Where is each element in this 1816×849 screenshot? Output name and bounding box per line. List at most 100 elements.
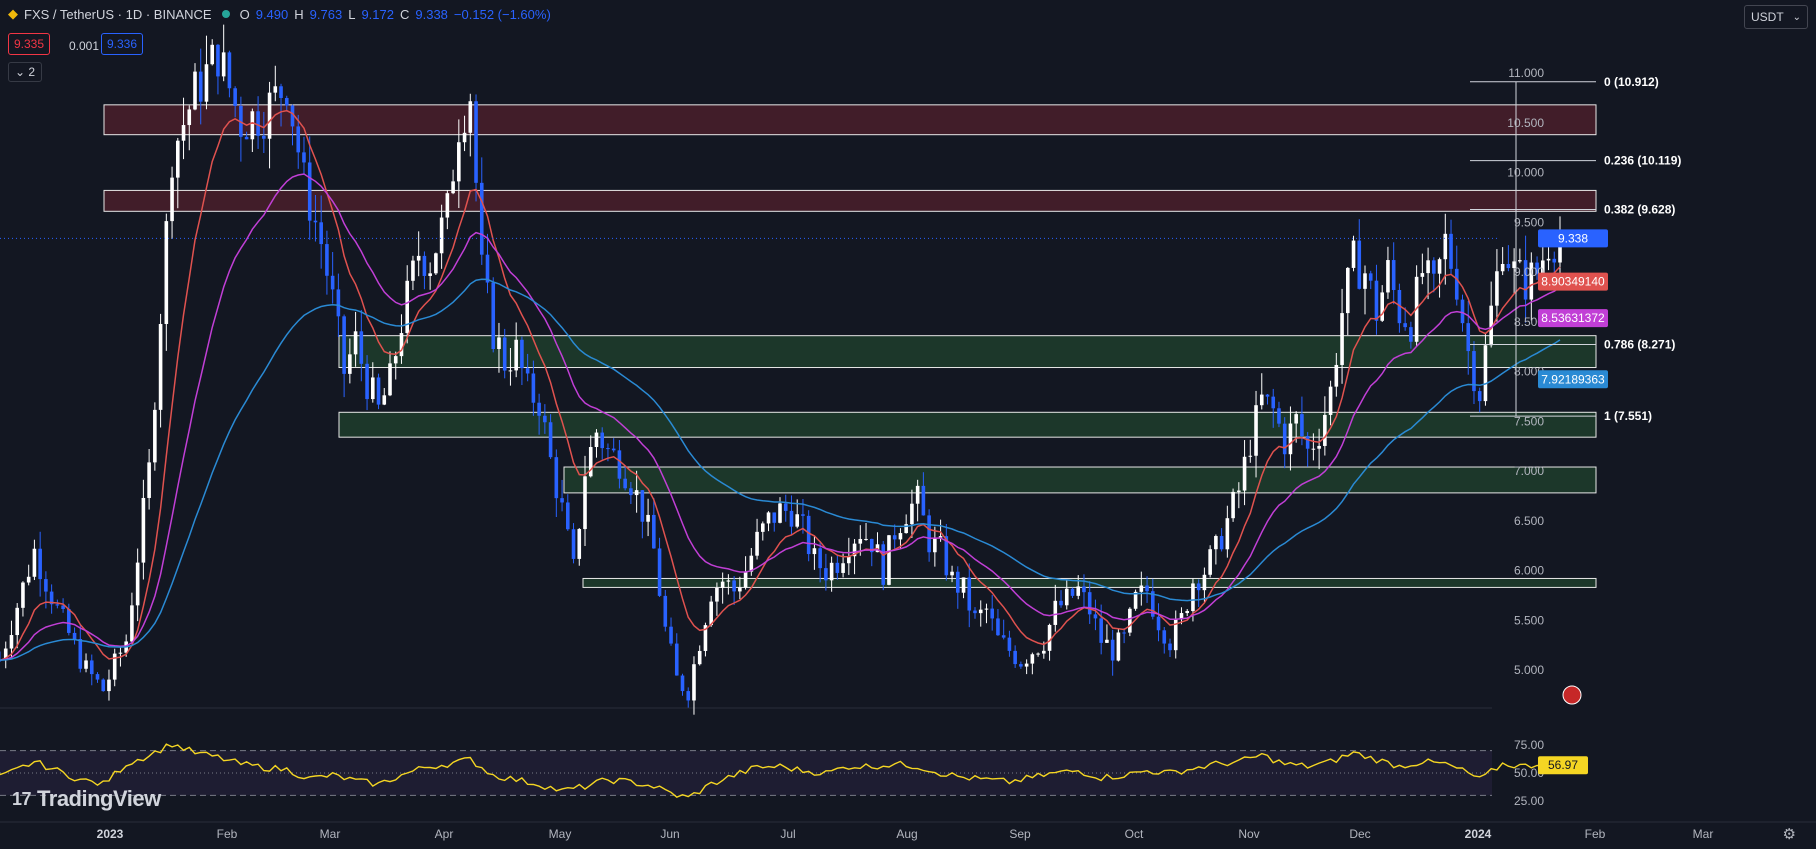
candle-body <box>692 664 696 701</box>
candle-body <box>502 337 507 371</box>
sell-price-button[interactable]: 9.335 <box>8 33 51 55</box>
candle-body <box>1122 632 1126 634</box>
candle-body <box>1196 583 1201 591</box>
chevron-down-icon: ⌄ <box>15 65 26 79</box>
candle-body <box>399 333 404 357</box>
candle-body <box>537 402 541 416</box>
candle-body <box>967 577 972 611</box>
candle-body <box>1495 271 1499 306</box>
candle-body <box>933 537 937 553</box>
candle-body <box>554 457 559 499</box>
candle-body <box>1500 263 1505 272</box>
candle-body <box>623 478 627 489</box>
economic-event-icon <box>1562 685 1582 705</box>
tradingview-mark-icon: 17 <box>12 788 32 809</box>
candle-body <box>1483 345 1488 402</box>
candle-body <box>1007 637 1012 651</box>
candle-body <box>1231 491 1235 519</box>
candle-body <box>646 514 650 522</box>
candle-body <box>348 354 352 374</box>
candle-body <box>514 339 518 371</box>
candle-body <box>89 660 94 675</box>
high-value: 9.763 <box>309 6 343 22</box>
candle-body <box>164 221 169 324</box>
candle-body <box>898 533 903 540</box>
candle-body <box>1019 664 1023 667</box>
candle-body <box>1300 414 1304 436</box>
candle-body <box>1105 639 1109 643</box>
candle-body <box>560 498 564 503</box>
candle-body <box>1282 423 1287 455</box>
candle-body <box>170 177 174 222</box>
symbol-title[interactable]: FXS / TetherUS · 1D · BINANCE <box>24 7 212 22</box>
indicators-toggle-button[interactable]: ⌄ 2 <box>8 62 43 82</box>
currency-selector[interactable]: USDT ⌄ <box>1744 5 1808 29</box>
gear-icon[interactable]: ⚙ <box>1783 825 1796 843</box>
candle-body <box>1271 396 1276 409</box>
candle-body <box>1265 394 1270 397</box>
candle-body <box>1248 455 1253 457</box>
candle-body <box>1351 240 1356 268</box>
candle-body <box>1403 323 1407 328</box>
candle-body <box>600 432 605 449</box>
candle-body <box>1386 260 1390 293</box>
candle-body <box>520 339 524 369</box>
candle-body <box>1294 414 1298 424</box>
candle-body <box>1277 408 1281 424</box>
candle-body <box>44 579 48 592</box>
high-label: H <box>294 6 304 22</box>
candle-body <box>996 618 1000 636</box>
candle-body <box>594 432 599 448</box>
candle-body <box>55 604 60 606</box>
buy-price-button[interactable]: 9.336 <box>101 33 144 55</box>
candle-body <box>577 529 582 559</box>
candle-body <box>1110 639 1115 661</box>
candle-body <box>1237 490 1241 492</box>
price-axis-tick: 6.500 <box>1514 514 1544 528</box>
open-label: O <box>239 6 250 22</box>
time-axis-tick: Feb <box>1585 827 1606 841</box>
indicator-count: 2 <box>28 65 36 79</box>
candle-body <box>457 142 461 182</box>
candle-body <box>686 691 691 701</box>
chevron-down-icon: ⌄ <box>1792 11 1801 23</box>
candle-body <box>382 395 387 405</box>
candle-body <box>330 275 335 290</box>
candle-body <box>216 44 220 77</box>
candle-body <box>709 601 713 626</box>
candle-body <box>1437 259 1442 274</box>
price-axis-tick: 6.000 <box>1514 564 1544 578</box>
time-axis-tick: Feb <box>217 827 238 841</box>
trading-chart[interactable]: 0 (10.912) 0.236 (10.119) 0.382 (9.628) 0.7… <box>0 0 1816 849</box>
close-label: C <box>399 6 410 22</box>
candle-body <box>319 222 323 245</box>
candle-body <box>1059 600 1063 606</box>
candle-body <box>130 605 134 642</box>
candle-body <box>107 679 111 692</box>
candle-body <box>491 282 496 349</box>
candle-body <box>1082 586 1086 593</box>
fib-level-label: 0.382 (9.628) <box>1604 203 1675 217</box>
candle-body <box>950 571 954 576</box>
candle-body <box>778 503 782 523</box>
candle-body <box>26 576 31 583</box>
candle-body <box>1013 650 1017 665</box>
candle-body <box>1374 280 1379 321</box>
rsi-axis-tick: 25.00 <box>1514 794 1544 808</box>
candle-body <box>669 626 673 644</box>
candle-body <box>1225 518 1230 550</box>
candle-body <box>892 535 897 540</box>
close-value: 9.338 <box>415 6 448 22</box>
candle-body <box>881 544 886 585</box>
change-value: −0.152 (−1.60%) <box>453 6 551 22</box>
candle-body <box>451 181 455 194</box>
candle-body <box>175 140 180 178</box>
candle-body <box>1214 536 1218 550</box>
support-zone <box>338 411 1597 438</box>
spread-value: 0.001 <box>69 39 100 53</box>
candle-body <box>663 595 668 627</box>
open-value: 9.490 <box>255 6 289 22</box>
candle-body <box>376 377 381 405</box>
candle-body <box>445 193 450 218</box>
candle-body <box>1139 585 1144 592</box>
